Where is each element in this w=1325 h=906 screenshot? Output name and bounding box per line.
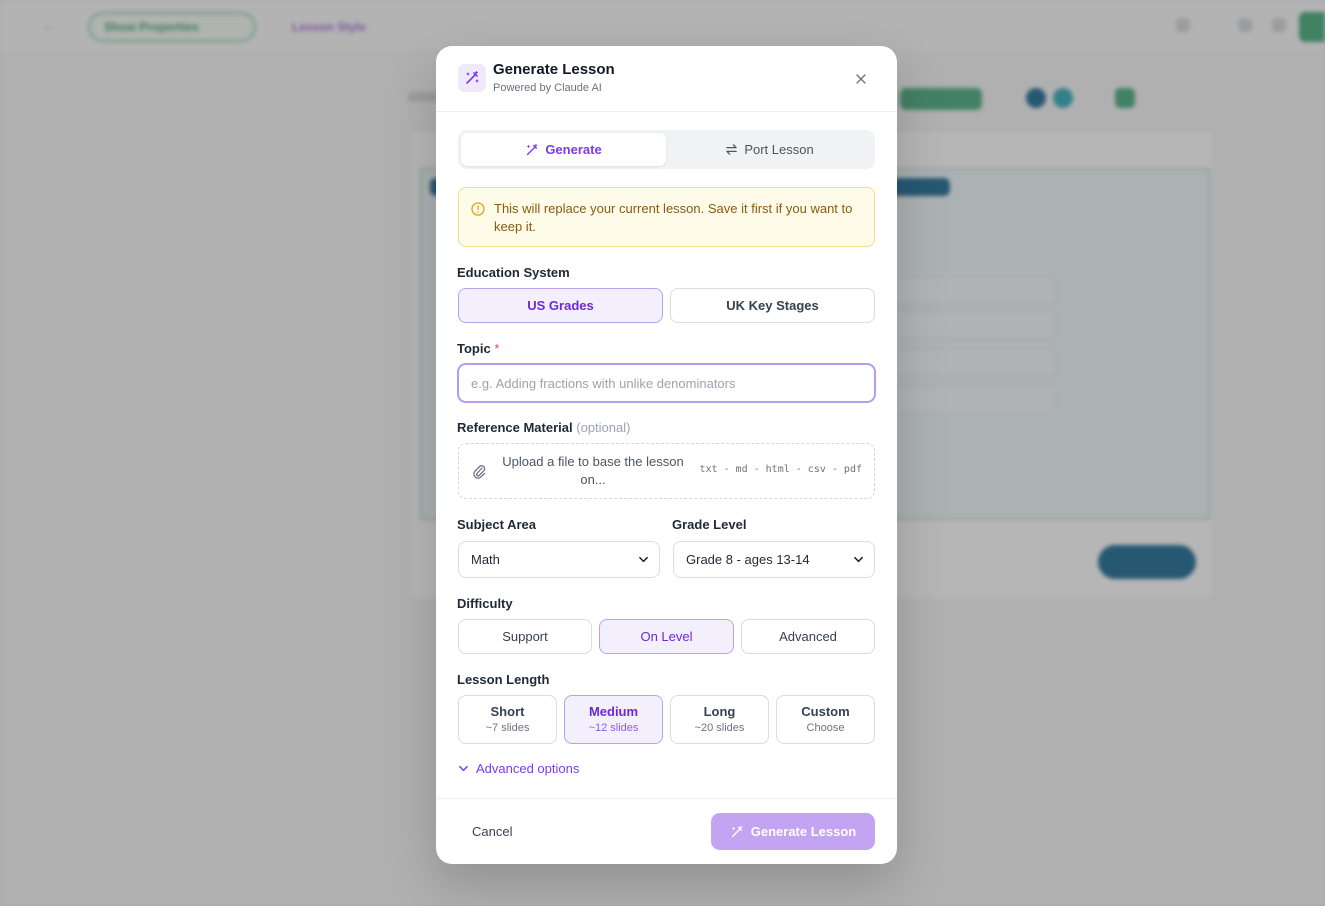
magic-wand-icon — [731, 825, 743, 837]
topic-input[interactable] — [457, 363, 876, 403]
warning-text: This will replace your current lesson. S… — [494, 201, 853, 234]
length-short-title: Short — [490, 704, 525, 719]
difficulty-advanced-label: Advanced — [779, 629, 837, 644]
length-custom-title: Custom — [801, 704, 850, 719]
difficulty-on-level-label: On Level — [640, 629, 693, 644]
difficulty-support-label: Support — [502, 629, 548, 644]
modal-title: Generate Lesson — [493, 61, 615, 78]
grade-level-select[interactable]: Grade 8 - ages 13-14 — [673, 541, 875, 578]
length-long-title: Long — [703, 704, 736, 719]
topic-label: Topic * — [457, 341, 499, 356]
difficulty-support[interactable]: Support — [458, 619, 592, 654]
chevron-down-icon — [639, 556, 648, 563]
paperclip-icon — [473, 465, 486, 479]
magic-wand-icon — [458, 64, 486, 92]
subject-area-value: Math — [471, 552, 500, 567]
generate-lesson-label: Generate Lesson — [750, 824, 857, 839]
length-medium-detail: ~12 slides — [588, 722, 639, 734]
generate-lesson-button[interactable]: Generate Lesson — [711, 813, 875, 850]
tab-generate-label: Generate — [545, 142, 602, 157]
cancel-button[interactable]: Cancel — [472, 824, 512, 839]
advanced-options-label: Advanced options — [476, 761, 580, 776]
swap-arrows-icon — [726, 144, 738, 155]
advanced-options-toggle[interactable]: Advanced options — [458, 761, 579, 776]
required-mark: * — [494, 341, 500, 356]
grade-level-value: Grade 8 - ages 13-14 — [686, 552, 810, 567]
lesson-length-label: Lesson Length — [457, 672, 550, 687]
length-custom-detail: Choose — [806, 722, 845, 734]
file-upload-dropzone[interactable]: Upload a file to base the lesson on... t… — [458, 443, 875, 499]
replace-warning: This will replace your current lesson. S… — [458, 187, 875, 247]
modal-header: Generate Lesson Powered by Claude AI — [436, 46, 897, 112]
difficulty-advanced[interactable]: Advanced — [741, 619, 875, 654]
close-icon — [856, 74, 866, 84]
option-uk-key-stages[interactable]: UK Key Stages — [670, 288, 875, 323]
magic-wand-icon — [527, 143, 538, 155]
chevron-down-icon — [459, 765, 468, 772]
length-custom[interactable]: Custom Choose — [776, 695, 875, 744]
length-medium-title: Medium — [588, 704, 639, 719]
length-long[interactable]: Long ~20 slides — [670, 695, 769, 744]
grade-level-label: Grade Level — [672, 517, 747, 532]
tab-port-lesson-label: Port Lesson — [744, 142, 814, 157]
optional-text: (optional) — [576, 420, 631, 435]
alert-circle-icon — [471, 202, 485, 216]
upload-text: Upload a file to base the lesson on... — [502, 454, 684, 487]
generate-lesson-modal: Generate Lesson Powered by Claude AI Gen… — [436, 46, 897, 864]
option-uk-key-stages-label: UK Key Stages — [726, 298, 819, 313]
tab-generate[interactable]: Generate — [461, 133, 666, 166]
length-long-detail: ~20 slides — [694, 722, 745, 734]
modal-footer: Cancel Generate Lesson — [436, 798, 897, 864]
difficulty-label: Difficulty — [457, 596, 513, 611]
topic-label-text: Topic — [457, 341, 491, 356]
modal-subtitle: Powered by Claude AI — [493, 82, 602, 94]
reference-material-label: Reference Material (optional) — [457, 420, 630, 435]
length-short[interactable]: Short ~7 slides — [458, 695, 557, 744]
tab-port-lesson[interactable]: Port Lesson — [667, 133, 872, 166]
length-medium[interactable]: Medium ~12 slides — [564, 695, 663, 744]
mode-tabs: Generate Port Lesson — [458, 130, 875, 169]
education-system-label: Education System — [457, 265, 570, 280]
reference-label-text: Reference Material — [457, 420, 573, 435]
chevron-down-icon — [854, 556, 863, 563]
option-us-grades[interactable]: US Grades — [458, 288, 663, 323]
difficulty-on-level[interactable]: On Level — [599, 619, 734, 654]
subject-area-select[interactable]: Math — [458, 541, 660, 578]
close-button[interactable] — [852, 70, 870, 88]
length-short-detail: ~7 slides — [485, 722, 530, 734]
option-us-grades-label: US Grades — [527, 298, 594, 313]
file-types: txt - md - html - csv - pdf — [699, 464, 862, 475]
subject-area-label: Subject Area — [457, 517, 536, 532]
